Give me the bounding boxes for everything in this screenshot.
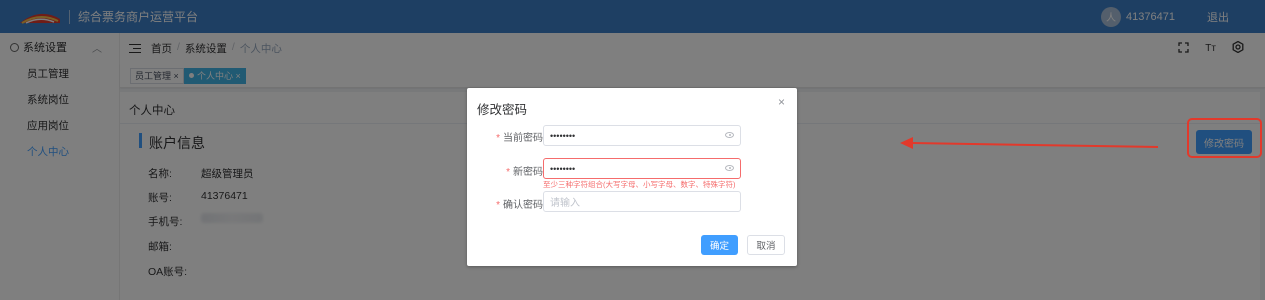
- new-password-error: 至少三种字符组合(大写字母、小写字母、数字、特殊字符): [543, 180, 736, 189]
- dialog-title: 修改密码: [477, 103, 528, 117]
- eye-icon[interactable]: [725, 132, 734, 138]
- close-icon[interactable]: ×: [778, 95, 785, 109]
- eye-icon[interactable]: [725, 165, 734, 171]
- cancel-button[interactable]: 取消: [747, 235, 785, 255]
- current-password-value: ••••••••: [550, 130, 576, 141]
- confirm-button[interactable]: 确定: [701, 235, 738, 255]
- new-password-value: ••••••••: [550, 163, 576, 174]
- confirm-password-placeholder: 请输入: [550, 198, 580, 209]
- field-label-confirm-password: * 确认密码: [496, 200, 543, 211]
- confirm-password-input[interactable]: 请输入: [543, 191, 741, 212]
- field-label-new-password: * 新密码: [506, 167, 543, 178]
- field-label-current-password: * 当前密码: [496, 133, 543, 144]
- current-password-input[interactable]: ••••••••: [543, 125, 741, 146]
- new-password-input[interactable]: ••••••••: [543, 158, 741, 179]
- change-password-dialog: 修改密码 × * 当前密码 •••••••• * 新密码 •••••••• 至少三种…: [467, 88, 797, 266]
- annotation-arrow: [900, 137, 1159, 149]
- annotation-highlight-box: [1187, 118, 1262, 158]
